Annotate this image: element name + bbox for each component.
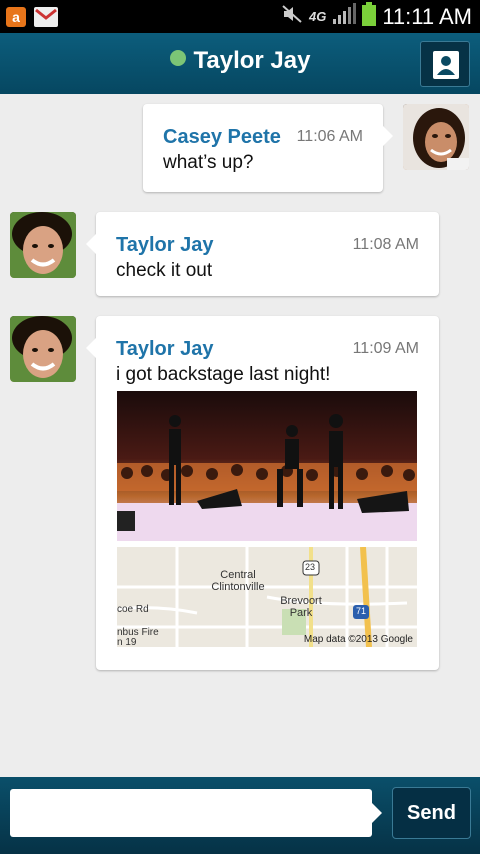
app-notification-icon: a — [6, 7, 26, 27]
message-bubble-incoming[interactable]: Taylor Jay 11:08 AM check it out — [86, 212, 439, 296]
message-time: 11:06 AM — [296, 128, 363, 145]
map-label: Central Clintonville — [211, 569, 265, 593]
contact-card-icon — [433, 51, 459, 79]
composer-bar: Send — [0, 777, 480, 854]
map-label: n 19 — [117, 637, 137, 647]
online-status-icon — [169, 50, 186, 66]
message-text: check it out — [116, 260, 213, 281]
location-map[interactable]: 23 71 Central Clintonville Brevoort Park… — [117, 547, 417, 647]
network-type: 4G — [308, 9, 327, 24]
map-label: Brevoort Park — [280, 595, 322, 619]
signal-icon — [332, 3, 357, 30]
contact-title: Taylor Jay — [0, 47, 480, 75]
message-sender: Taylor Jay — [116, 234, 214, 256]
gmail-icon — [34, 7, 58, 27]
message-text: what’s up? — [163, 152, 254, 173]
message-list: Casey Peete 11:06 AM what’s up? Taylor J… — [0, 94, 480, 777]
message-bubble-incoming[interactable]: Taylor Jay 11:09 AM i got backstage last… — [86, 316, 439, 670]
contact-card-button[interactable] — [420, 41, 470, 87]
bubble-tail — [383, 126, 393, 146]
send-button[interactable]: Send — [392, 787, 471, 839]
route-shield: 71 — [356, 606, 367, 616]
avatar-taylor-jay[interactable] — [10, 212, 76, 278]
avatar-casey-peete[interactable] — [403, 104, 469, 170]
message-sender: Casey Peete — [163, 126, 281, 148]
status-time: 11:11 AM — [382, 3, 472, 29]
input-tail — [372, 803, 382, 823]
message-bubble-outgoing[interactable]: Casey Peete 11:06 AM what’s up? — [143, 104, 393, 192]
message-sender: Taylor Jay — [116, 338, 214, 360]
bubble-tail — [86, 234, 96, 254]
avatar-taylor-jay[interactable] — [10, 316, 76, 382]
bubble-tail — [86, 338, 96, 358]
message-time: 11:09 AM — [352, 340, 419, 357]
battery-icon — [362, 2, 377, 31]
route-shield: 23 — [305, 562, 316, 572]
status-bar: a 4G 11:11 AM — [0, 0, 480, 33]
conversation-header: Taylor Jay — [0, 33, 480, 94]
map-label: coe Rd — [117, 604, 149, 615]
contact-name: Taylor Jay — [193, 47, 311, 74]
map-credit: Map data ©2013 Google — [303, 634, 413, 645]
message-text: i got backstage last night! — [116, 364, 331, 385]
mute-icon — [281, 4, 303, 29]
message-time: 11:08 AM — [352, 236, 419, 253]
attached-photo[interactable] — [117, 391, 417, 541]
message-input[interactable] — [10, 789, 372, 837]
